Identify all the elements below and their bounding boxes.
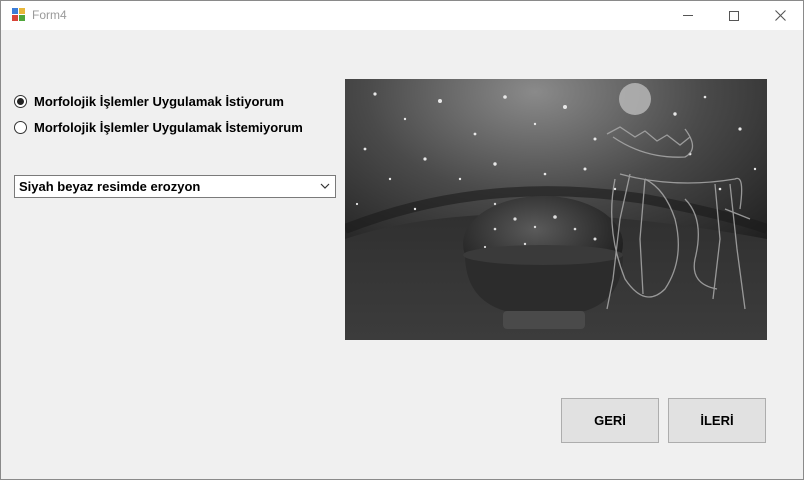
radio-no-label: Morfolojik İşlemler Uygulamak İstemiyoru… bbox=[34, 119, 303, 135]
title-bar[interactable]: Form4 bbox=[1, 1, 803, 30]
picture-box bbox=[345, 79, 767, 340]
form-window: Form4 Morfolojik İşlemler Uygulamak İsti… bbox=[0, 0, 804, 480]
radio-no-morphology[interactable]: Morfolojik İşlemler Uygulamak İstemiyoru… bbox=[14, 118, 303, 136]
maximize-icon bbox=[729, 10, 739, 21]
radio-apply-morphology[interactable]: Morfolojik İşlemler Uygulamak İstiyorum bbox=[14, 92, 284, 110]
next-button[interactable]: İLERİ bbox=[668, 398, 766, 443]
night-lamp-photo bbox=[345, 79, 767, 340]
form-app-icon bbox=[12, 8, 26, 22]
radio-apply-label: Morfolojik İşlemler Uygulamak İstiyorum bbox=[34, 93, 284, 109]
operation-selected-value: Siyah beyaz resimde erozyon bbox=[19, 179, 201, 194]
operation-combobox[interactable]: Siyah beyaz resimde erozyon bbox=[14, 175, 336, 198]
radio-indicator-checked[interactable] bbox=[14, 94, 27, 108]
window-title: Form4 bbox=[32, 8, 67, 22]
chevron-down-icon[interactable] bbox=[320, 181, 330, 191]
close-button[interactable] bbox=[757, 1, 803, 30]
minimize-icon bbox=[683, 15, 693, 16]
back-button[interactable]: GERİ bbox=[561, 398, 659, 443]
maximize-button[interactable] bbox=[711, 1, 757, 30]
close-icon bbox=[774, 10, 786, 21]
minimize-button[interactable] bbox=[665, 1, 711, 30]
radio-indicator-unchecked[interactable] bbox=[14, 120, 27, 134]
